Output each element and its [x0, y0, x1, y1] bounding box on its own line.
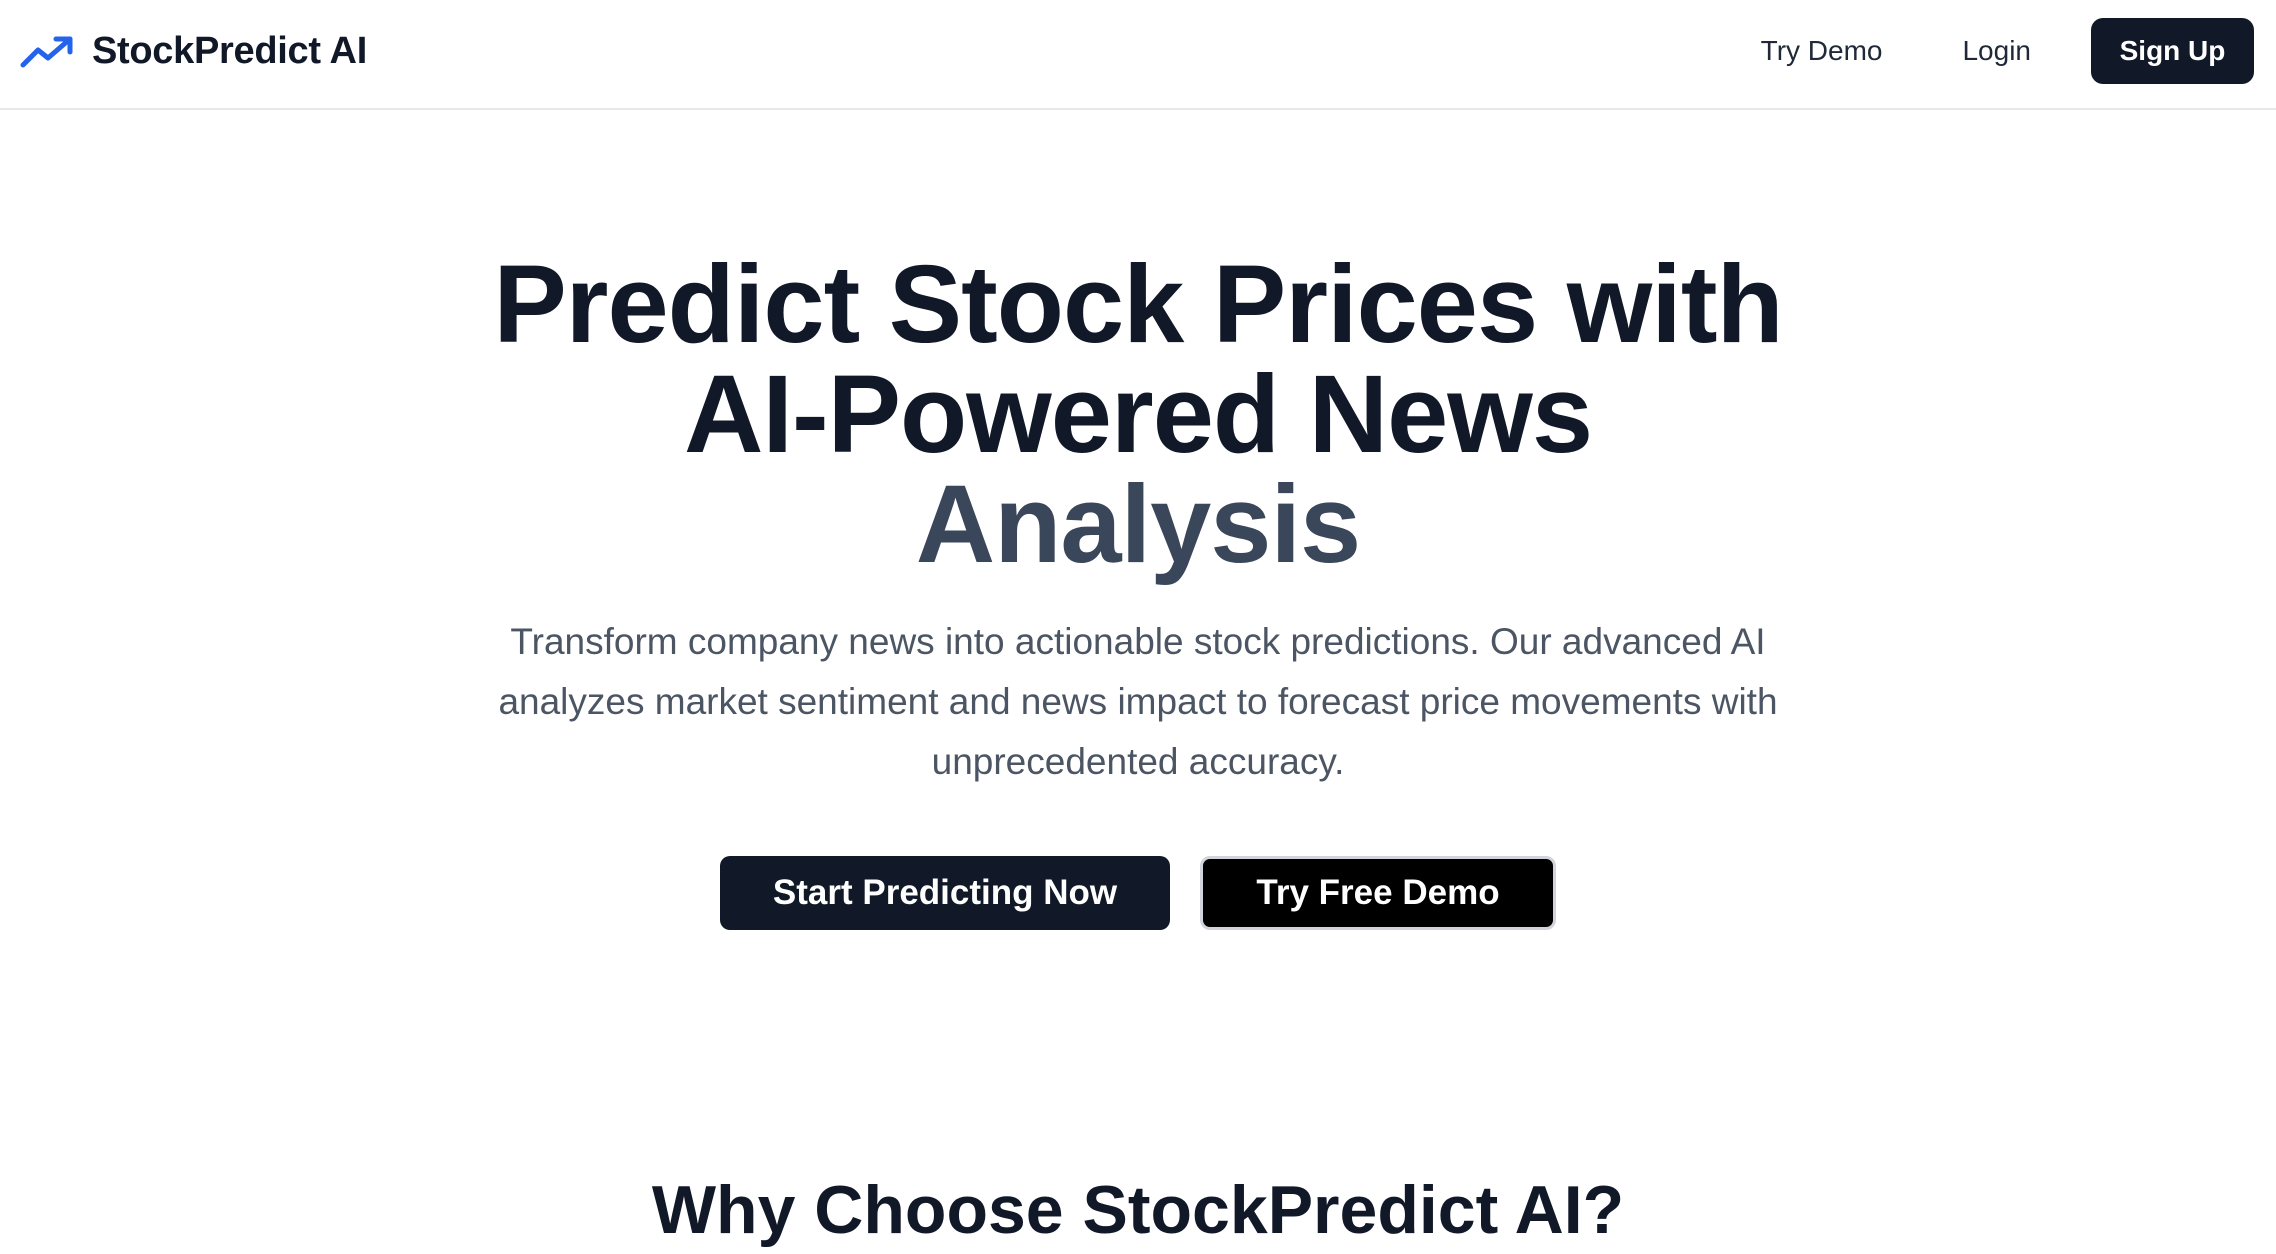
hero-title-line-2: AI-Powered News — [683, 353, 1593, 476]
sign-up-button[interactable]: Sign Up — [2091, 18, 2254, 84]
hero-title-line-3: Analysis — [915, 463, 1361, 586]
try-free-demo-button[interactable]: Try Free Demo — [1200, 856, 1556, 930]
brand-name: StockPredict AI — [92, 29, 367, 72]
hero-subtitle: Transform company news into actionable s… — [498, 621, 1778, 782]
nav-try-demo-link[interactable]: Try Demo — [1737, 23, 1907, 79]
hero-title: Predict Stock Prices with AI-Powered New… — [388, 250, 1888, 580]
trending-up-icon — [20, 31, 76, 71]
start-predicting-button[interactable]: Start Predicting Now — [720, 856, 1170, 930]
hero-title-line-1: Predict Stock Prices with — [493, 243, 1783, 366]
hero-section: Predict Stock Prices with AI-Powered New… — [0, 250, 2276, 930]
hero-cta-group: Start Predicting Now Try Free Demo — [0, 856, 2276, 930]
brand-logo-link[interactable]: StockPredict AI — [20, 26, 367, 76]
top-nav: Try Demo Login Sign Up — [1737, 18, 2254, 84]
features-section-title: Why Choose StockPredict AI? — [651, 1172, 1625, 1248]
site-header: StockPredict AI Try Demo Login Sign Up — [0, 0, 2276, 110]
nav-login-link[interactable]: Login — [1938, 23, 2055, 79]
